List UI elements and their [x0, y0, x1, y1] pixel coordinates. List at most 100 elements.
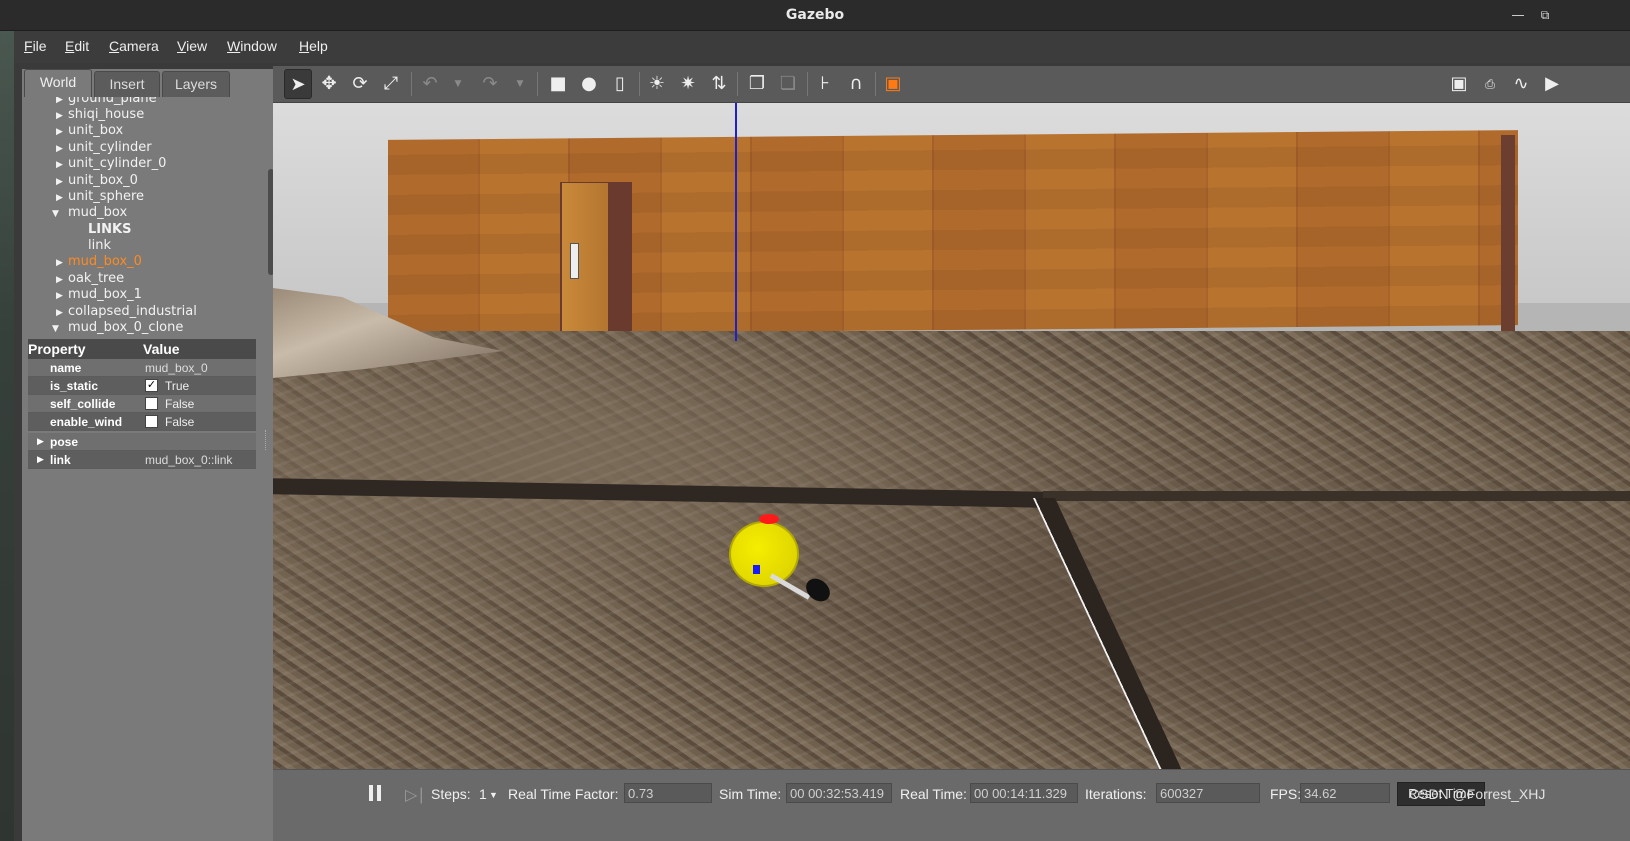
- prop-row-pose[interactable]: ▶ pose: [28, 433, 256, 451]
- tab-world[interactable]: World: [24, 69, 92, 97]
- collapse-arrow-icon[interactable]: ▼: [52, 324, 68, 334]
- expand-arrow-icon[interactable]: ▶: [37, 436, 44, 447]
- tree-item[interactable]: ▶ collapsed_industrial: [56, 304, 197, 320]
- expand-arrow-icon[interactable]: ▶: [56, 258, 68, 268]
- collapse-arrow-icon[interactable]: ▼: [52, 209, 68, 219]
- is-static-checkbox[interactable]: ✓: [145, 379, 158, 392]
- tab-insert[interactable]: Insert: [94, 71, 160, 97]
- menu-file[interactable]: File: [24, 38, 47, 54]
- steps-dropdown-icon[interactable]: ▼: [489, 790, 498, 800]
- tree-item-selected[interactable]: ▶ mud_box_0: [56, 254, 142, 270]
- minimize-button[interactable]: ―: [1508, 6, 1528, 24]
- expand-arrow-icon[interactable]: ▶: [56, 97, 68, 105]
- translate-icon[interactable]: ✥: [315, 69, 343, 99]
- menu-edit[interactable]: Edit: [65, 38, 89, 54]
- view-angle-icon[interactable]: ▣: [879, 69, 907, 99]
- tree-item[interactable]: ▶ unit_box_0: [56, 173, 138, 189]
- rotate-icon[interactable]: ⟳: [346, 69, 374, 99]
- menu-view[interactable]: View: [177, 38, 207, 54]
- prop-row-name[interactable]: name mud_box_0: [28, 359, 256, 377]
- tree-item[interactable]: ▼ mud_box: [52, 205, 127, 221]
- align-icon[interactable]: ⊦: [811, 69, 839, 99]
- step-icon[interactable]: ▷∣: [405, 785, 425, 805]
- enable-wind-checkbox[interactable]: [145, 415, 158, 428]
- expand-arrow-icon[interactable]: ▶: [56, 127, 68, 137]
- cylinder-icon[interactable]: ▯: [606, 69, 634, 99]
- tree-item-label: unit_box: [68, 123, 124, 138]
- tree-item[interactable]: ▶ ground_plane: [56, 97, 157, 107]
- tree-item[interactable]: ▶ shiqi_house: [56, 107, 144, 123]
- tree-item[interactable]: ▼ mud_box_0_clone: [52, 320, 183, 336]
- tree-item[interactable]: ▶ unit_cylinder_0: [56, 156, 166, 172]
- undo-dropdown-icon[interactable]: ▼: [451, 69, 465, 99]
- prop-row-self-collide[interactable]: self_collide False: [28, 395, 256, 413]
- mud-ground[interactable]: [273, 331, 1630, 769]
- expand-arrow-icon[interactable]: ▶: [56, 160, 68, 170]
- box-icon[interactable]: ■: [544, 69, 572, 99]
- undo-icon[interactable]: ↶: [416, 69, 444, 99]
- expand-arrow-icon[interactable]: ▶: [37, 454, 44, 465]
- real-time-label: Real Time:: [900, 786, 967, 802]
- tree-item[interactable]: LINKS: [88, 222, 131, 238]
- tree-item[interactable]: ▶ unit_box: [56, 123, 123, 139]
- z-axis-line: [735, 103, 737, 341]
- prop-key: is_static: [50, 379, 99, 393]
- select-arrow-icon[interactable]: ➤: [284, 69, 312, 99]
- paste-icon[interactable]: ❏: [774, 69, 802, 99]
- prop-row-link[interactable]: ▶ link mud_box_0::link: [28, 451, 256, 469]
- rtf-field[interactable]: 0.73: [624, 783, 712, 803]
- title-bar: Gazebo ― ⧉: [0, 0, 1630, 31]
- tab-layers[interactable]: Layers: [162, 71, 230, 97]
- copy-icon[interactable]: ❐: [743, 69, 771, 99]
- expand-arrow-icon[interactable]: ▶: [56, 275, 68, 285]
- toolbar-separator: [807, 72, 808, 96]
- video-icon[interactable]: ▶: [1538, 69, 1566, 99]
- redo-icon[interactable]: ↷: [476, 69, 504, 99]
- pause-icon[interactable]: [369, 785, 383, 803]
- menu-window[interactable]: Window: [227, 38, 277, 54]
- self-collide-checkbox[interactable]: [145, 397, 158, 410]
- snap-icon[interactable]: ∩: [842, 69, 870, 99]
- tree-item[interactable]: link: [88, 238, 111, 254]
- tree-item[interactable]: ▶ mud_box_1: [56, 287, 142, 303]
- tree-item-label: link: [88, 238, 111, 253]
- sphere-icon[interactable]: ●: [575, 69, 603, 99]
- menu-camera[interactable]: Camera: [109, 38, 159, 54]
- steps-value[interactable]: 1: [479, 786, 487, 802]
- scale-icon[interactable]: ⤢: [377, 69, 405, 99]
- prop-row-enable-wind[interactable]: enable_wind False: [28, 413, 256, 431]
- log-icon[interactable]: ⎙: [1476, 69, 1504, 99]
- screenshot-icon[interactable]: ▣: [1445, 69, 1473, 99]
- robot-marker: [753, 565, 760, 574]
- expand-arrow-icon[interactable]: ▶: [56, 144, 68, 154]
- tree-item[interactable]: ▶ unit_sphere: [56, 189, 144, 205]
- expand-arrow-icon[interactable]: ▶: [56, 177, 68, 187]
- door[interactable]: [562, 183, 608, 331]
- sim-time-field[interactable]: 00 00:32:53.419: [786, 783, 892, 803]
- scene-viewport[interactable]: [273, 103, 1630, 769]
- tree-item[interactable]: ▶ oak_tree: [56, 271, 124, 287]
- iterations-field[interactable]: 600327: [1156, 783, 1260, 803]
- fps-field[interactable]: 34.62: [1300, 783, 1390, 803]
- prop-row-is-static[interactable]: is_static ✓ True: [28, 377, 256, 395]
- plot-icon[interactable]: ∿: [1507, 69, 1535, 99]
- menu-help[interactable]: Help: [299, 38, 328, 54]
- prop-key: self_collide: [50, 397, 116, 411]
- expand-arrow-icon[interactable]: ▶: [56, 291, 68, 301]
- rtf-label: Real Time Factor:: [508, 786, 619, 802]
- expand-arrow-icon[interactable]: ▶: [56, 111, 68, 121]
- robot-body[interactable]: [729, 521, 799, 587]
- panel-splitter-handle[interactable]: [265, 430, 267, 450]
- maximize-button[interactable]: ⧉: [1535, 6, 1555, 24]
- expand-arrow-icon[interactable]: ▶: [56, 308, 68, 318]
- tree-item[interactable]: ▶ unit_cylinder: [56, 140, 152, 156]
- point-light-icon[interactable]: ☀: [643, 69, 671, 99]
- house-wall[interactable]: [388, 130, 1518, 335]
- real-time-field[interactable]: 00 00:14:11.329: [970, 783, 1078, 803]
- spot-light-icon[interactable]: ✷: [674, 69, 702, 99]
- expand-arrow-icon[interactable]: ▶: [56, 193, 68, 203]
- directional-light-icon[interactable]: ⇅: [705, 69, 733, 99]
- panel-tabs: World Insert Layers: [22, 69, 273, 97]
- redo-dropdown-icon[interactable]: ▼: [513, 69, 527, 99]
- tree-item-label: shiqi_house: [68, 107, 145, 122]
